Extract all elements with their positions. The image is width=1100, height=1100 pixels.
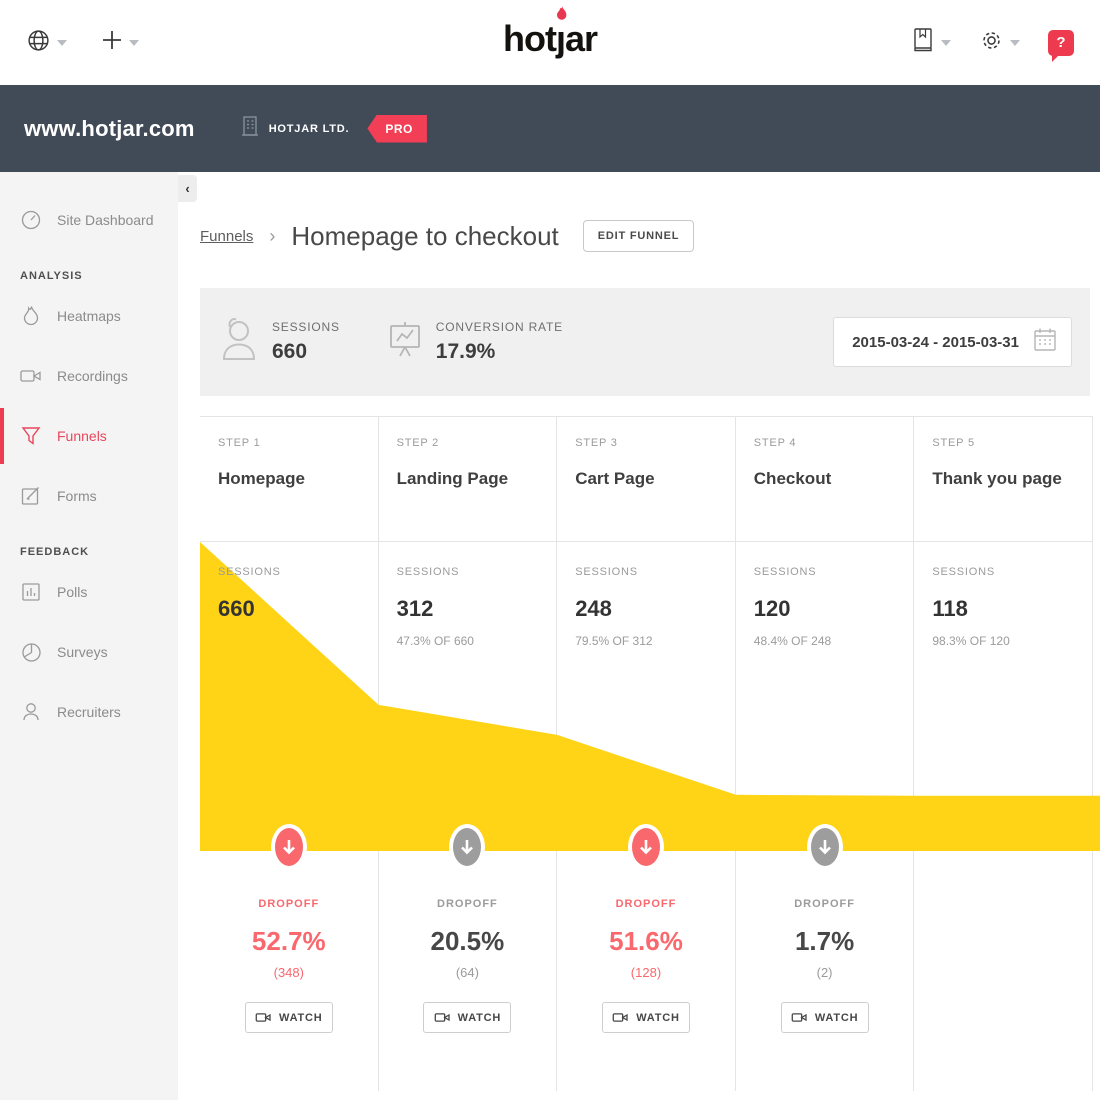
gear-icon <box>979 28 1004 58</box>
sidebar-section-feedback: FEEDBACK <box>0 546 178 558</box>
conversion-label: CONVERSION RATE <box>436 320 563 334</box>
page-title: Homepage to checkout <box>291 221 558 252</box>
sessions-cell-5: SESSIONS 118 98.3% OF 120 <box>914 542 1093 851</box>
flame-logo-icon <box>556 6 568 21</box>
settings-menu[interactable] <box>979 28 1020 58</box>
step-header-2: STEP 2 Landing Page <box>379 417 558 541</box>
sessions-cell-4: SESSIONS 120 48.4% OF 248 <box>736 542 915 851</box>
stats-bar: SESSIONS 660 CONVERSION RATE 17.9% <box>200 288 1090 396</box>
sidebar-item-site-dashboard[interactable]: Site Dashboard <box>0 190 178 250</box>
site-header: www.hotjar.com HOTJAR LTD. PRO <box>0 85 1100 172</box>
dropoff-arrow-icon[interactable] <box>271 824 307 870</box>
sessions-cell-3: SESSIONS 248 79.5% OF 312 <box>557 542 736 851</box>
chevron-down-icon <box>1010 40 1020 46</box>
presentation-chart-icon <box>388 320 422 365</box>
bar-chart-icon <box>20 582 42 602</box>
sessions-cell-1: SESSIONS 660 <box>200 542 379 851</box>
sessions-cell-2: SESSIONS 312 47.3% OF 660 <box>379 542 558 851</box>
sidebar-item-recordings[interactable]: Recordings <box>0 346 178 406</box>
dropoff-percent: 51.6% <box>609 926 683 957</box>
plus-icon <box>101 29 123 56</box>
globe-icon <box>26 28 51 58</box>
funnel-step-header-row: STEP 1 Homepage STEP 2 Landing Page STEP… <box>200 416 1093 542</box>
edit-form-icon <box>20 486 42 506</box>
main-content: ‹ Funnels › Homepage to checkout EDIT FU… <box>178 172 1100 1100</box>
dashboard-gauge-icon <box>20 209 42 231</box>
building-icon <box>239 114 261 143</box>
conversion-value: 17.9% <box>436 340 563 364</box>
step-header-1: STEP 1 Homepage <box>200 417 379 541</box>
chevron-down-icon <box>941 40 951 46</box>
step-header-4: STEP 4 Checkout <box>736 417 915 541</box>
watch-button[interactable]: WATCH <box>423 1002 511 1033</box>
site-switcher[interactable] <box>26 28 67 58</box>
dropoff-cell-2: DROPOFF 20.5% (64) WATCH <box>379 851 558 1091</box>
book-icon <box>911 27 935 58</box>
sidebar-collapse-button[interactable]: ‹ <box>178 175 197 202</box>
chevron-down-icon <box>129 40 139 46</box>
funnel-dropoff-row: DROPOFF 52.7% (348) WATCH DROPOFF 20.5% … <box>200 851 1093 1091</box>
dropoff-count: (64) <box>456 965 479 980</box>
dropoff-cell-5 <box>914 851 1093 1091</box>
add-new-menu[interactable] <box>101 29 139 56</box>
hotjar-logo: hotȷar <box>503 18 597 60</box>
flame-icon <box>20 305 42 327</box>
date-range-value: 2015-03-24 - 2015-03-31 <box>852 334 1019 351</box>
person-silhouette-icon <box>218 317 258 368</box>
dropoff-percent: 1.7% <box>795 926 854 957</box>
sessions-stat: SESSIONS 660 <box>218 317 340 368</box>
sidebar-section-analysis: ANALYSIS <box>0 270 178 282</box>
edit-funnel-button[interactable]: EDIT FUNNEL <box>583 220 695 252</box>
sidebar-item-funnels[interactable]: Funnels <box>0 406 178 466</box>
help-button[interactable]: ? <box>1048 30 1074 56</box>
watch-button[interactable]: WATCH <box>245 1002 333 1033</box>
dropoff-count: (348) <box>274 965 304 980</box>
breadcrumb-funnels-link[interactable]: Funnels <box>200 228 253 245</box>
sidebar-item-polls[interactable]: Polls <box>0 562 178 622</box>
sidebar: Site Dashboard ANALYSIS Heatmaps Recordi… <box>0 172 178 1100</box>
dropoff-cell-4: DROPOFF 1.7% (2) WATCH <box>736 851 915 1091</box>
sidebar-item-surveys[interactable]: Surveys <box>0 622 178 682</box>
dropoff-count: (128) <box>631 965 661 980</box>
current-site-url[interactable]: www.hotjar.com <box>24 116 195 142</box>
sessions-label: SESSIONS <box>272 320 340 334</box>
watch-button[interactable]: WATCH <box>602 1002 690 1033</box>
video-camera-icon <box>20 367 42 385</box>
dropoff-arrow-icon[interactable] <box>449 824 485 870</box>
dropoff-cell-1: DROPOFF 52.7% (348) WATCH <box>200 851 379 1091</box>
resources-menu[interactable] <box>911 27 951 58</box>
chevron-right-icon: › <box>269 226 275 247</box>
sidebar-item-heatmaps[interactable]: Heatmaps <box>0 286 178 346</box>
person-icon <box>20 701 42 723</box>
step-header-5: STEP 5 Thank you page <box>914 417 1093 541</box>
funnel-chart-row: SESSIONS 660 SESSIONS 312 47.3% OF 660 S… <box>200 542 1093 851</box>
dropoff-percent: 52.7% <box>252 926 326 957</box>
plan-badge[interactable]: PRO <box>367 115 427 143</box>
sessions-value: 660 <box>272 340 340 364</box>
calendar-icon <box>1033 327 1057 358</box>
chevron-down-icon <box>57 40 67 46</box>
dropoff-cell-3: DROPOFF 51.6% (128) WATCH <box>557 851 736 1091</box>
pie-chart-icon <box>20 642 42 663</box>
top-toolbar: hotȷar ? <box>0 0 1100 85</box>
step-header-3: STEP 3 Cart Page <box>557 417 736 541</box>
sidebar-item-recruiters[interactable]: Recruiters <box>0 682 178 742</box>
dropoff-percent: 20.5% <box>431 926 505 957</box>
funnel-table: STEP 1 Homepage STEP 2 Landing Page STEP… <box>200 416 1093 1091</box>
dropoff-arrow-icon[interactable] <box>628 824 664 870</box>
dropoff-count: (2) <box>817 965 833 980</box>
dropoff-arrow-icon[interactable] <box>807 824 843 870</box>
watch-button[interactable]: WATCH <box>781 1002 869 1033</box>
sidebar-item-forms[interactable]: Forms <box>0 466 178 526</box>
organization-name: HOTJAR LTD. <box>269 123 350 135</box>
date-range-picker[interactable]: 2015-03-24 - 2015-03-31 <box>833 317 1072 367</box>
conversion-stat: CONVERSION RATE 17.9% <box>388 320 563 365</box>
breadcrumb: Funnels › Homepage to checkout EDIT FUNN… <box>178 172 1100 252</box>
funnel-icon <box>20 425 42 447</box>
